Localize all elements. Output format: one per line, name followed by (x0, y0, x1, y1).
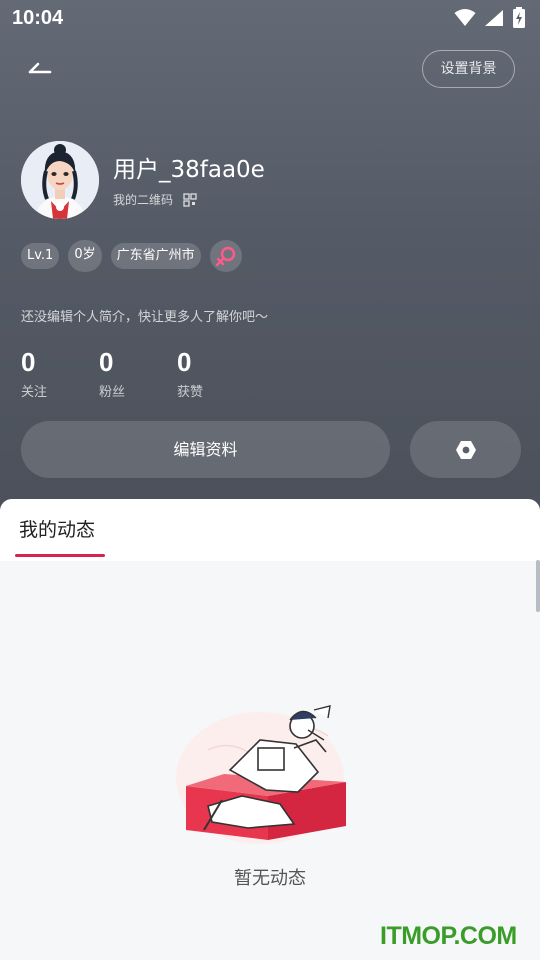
settings-icon (455, 440, 476, 459)
status-bar: 10:04 (0, 0, 540, 36)
edit-profile-button[interactable]: 编辑资料 (21, 421, 390, 478)
stat-label: 粉丝 (99, 385, 126, 400)
qr-code-icon (183, 192, 197, 207)
profile-tags: Lv.1 0岁 广东省广州市 (21, 240, 242, 272)
stat-value: 0 (21, 347, 36, 377)
empty-state-illustration (176, 705, 346, 844)
level-tag: Lv.1 (21, 243, 60, 269)
tab-my-posts[interactable]: 我的动态 (19, 515, 95, 542)
back-button[interactable] (20, 52, 60, 84)
settings-button[interactable] (410, 421, 521, 478)
age-tag: 0岁 (68, 240, 102, 272)
stat-value: 0 (177, 347, 192, 377)
my-qr-code-link[interactable]: 我的二维码 (113, 191, 197, 208)
feed-tab-bar: 我的动态 (0, 499, 540, 561)
stat-followers[interactable]: 0 粉丝 (99, 346, 177, 400)
stat-label: 关注 (21, 385, 48, 400)
stat-value: 0 (99, 347, 114, 377)
battery-icon (513, 7, 525, 28)
back-arrow-icon (28, 62, 52, 74)
watermark-logo: ITMOP.COM (380, 922, 517, 950)
scrollbar-thumb[interactable] (536, 560, 540, 612)
stat-following[interactable]: 0 关注 (21, 346, 99, 400)
wifi-icon (454, 9, 476, 26)
empty-state-text: 暂无动态 (234, 868, 306, 889)
set-background-button[interactable]: 设置背景 (422, 50, 515, 88)
profile-stats: 0 关注 0 粉丝 0 获赞 (21, 346, 255, 400)
stat-likes[interactable]: 0 获赞 (177, 346, 255, 400)
status-time: 10:04 (12, 7, 64, 29)
status-icons (454, 7, 526, 29)
qr-code-label: 我的二维码 (113, 193, 174, 207)
avatar[interactable] (21, 141, 99, 219)
tab-indicator (15, 554, 105, 557)
avatar-image (21, 141, 99, 219)
gender-tag (209, 240, 242, 272)
username: 用户_38faa0e (113, 157, 265, 183)
stat-label: 获赞 (177, 385, 204, 400)
female-icon (215, 246, 235, 267)
bio-text[interactable]: 还没编辑个人简介，快让更多人了解你吧～ (21, 306, 268, 325)
location-tag: 广东省广州市 (110, 243, 201, 269)
signal-icon (485, 10, 503, 26)
